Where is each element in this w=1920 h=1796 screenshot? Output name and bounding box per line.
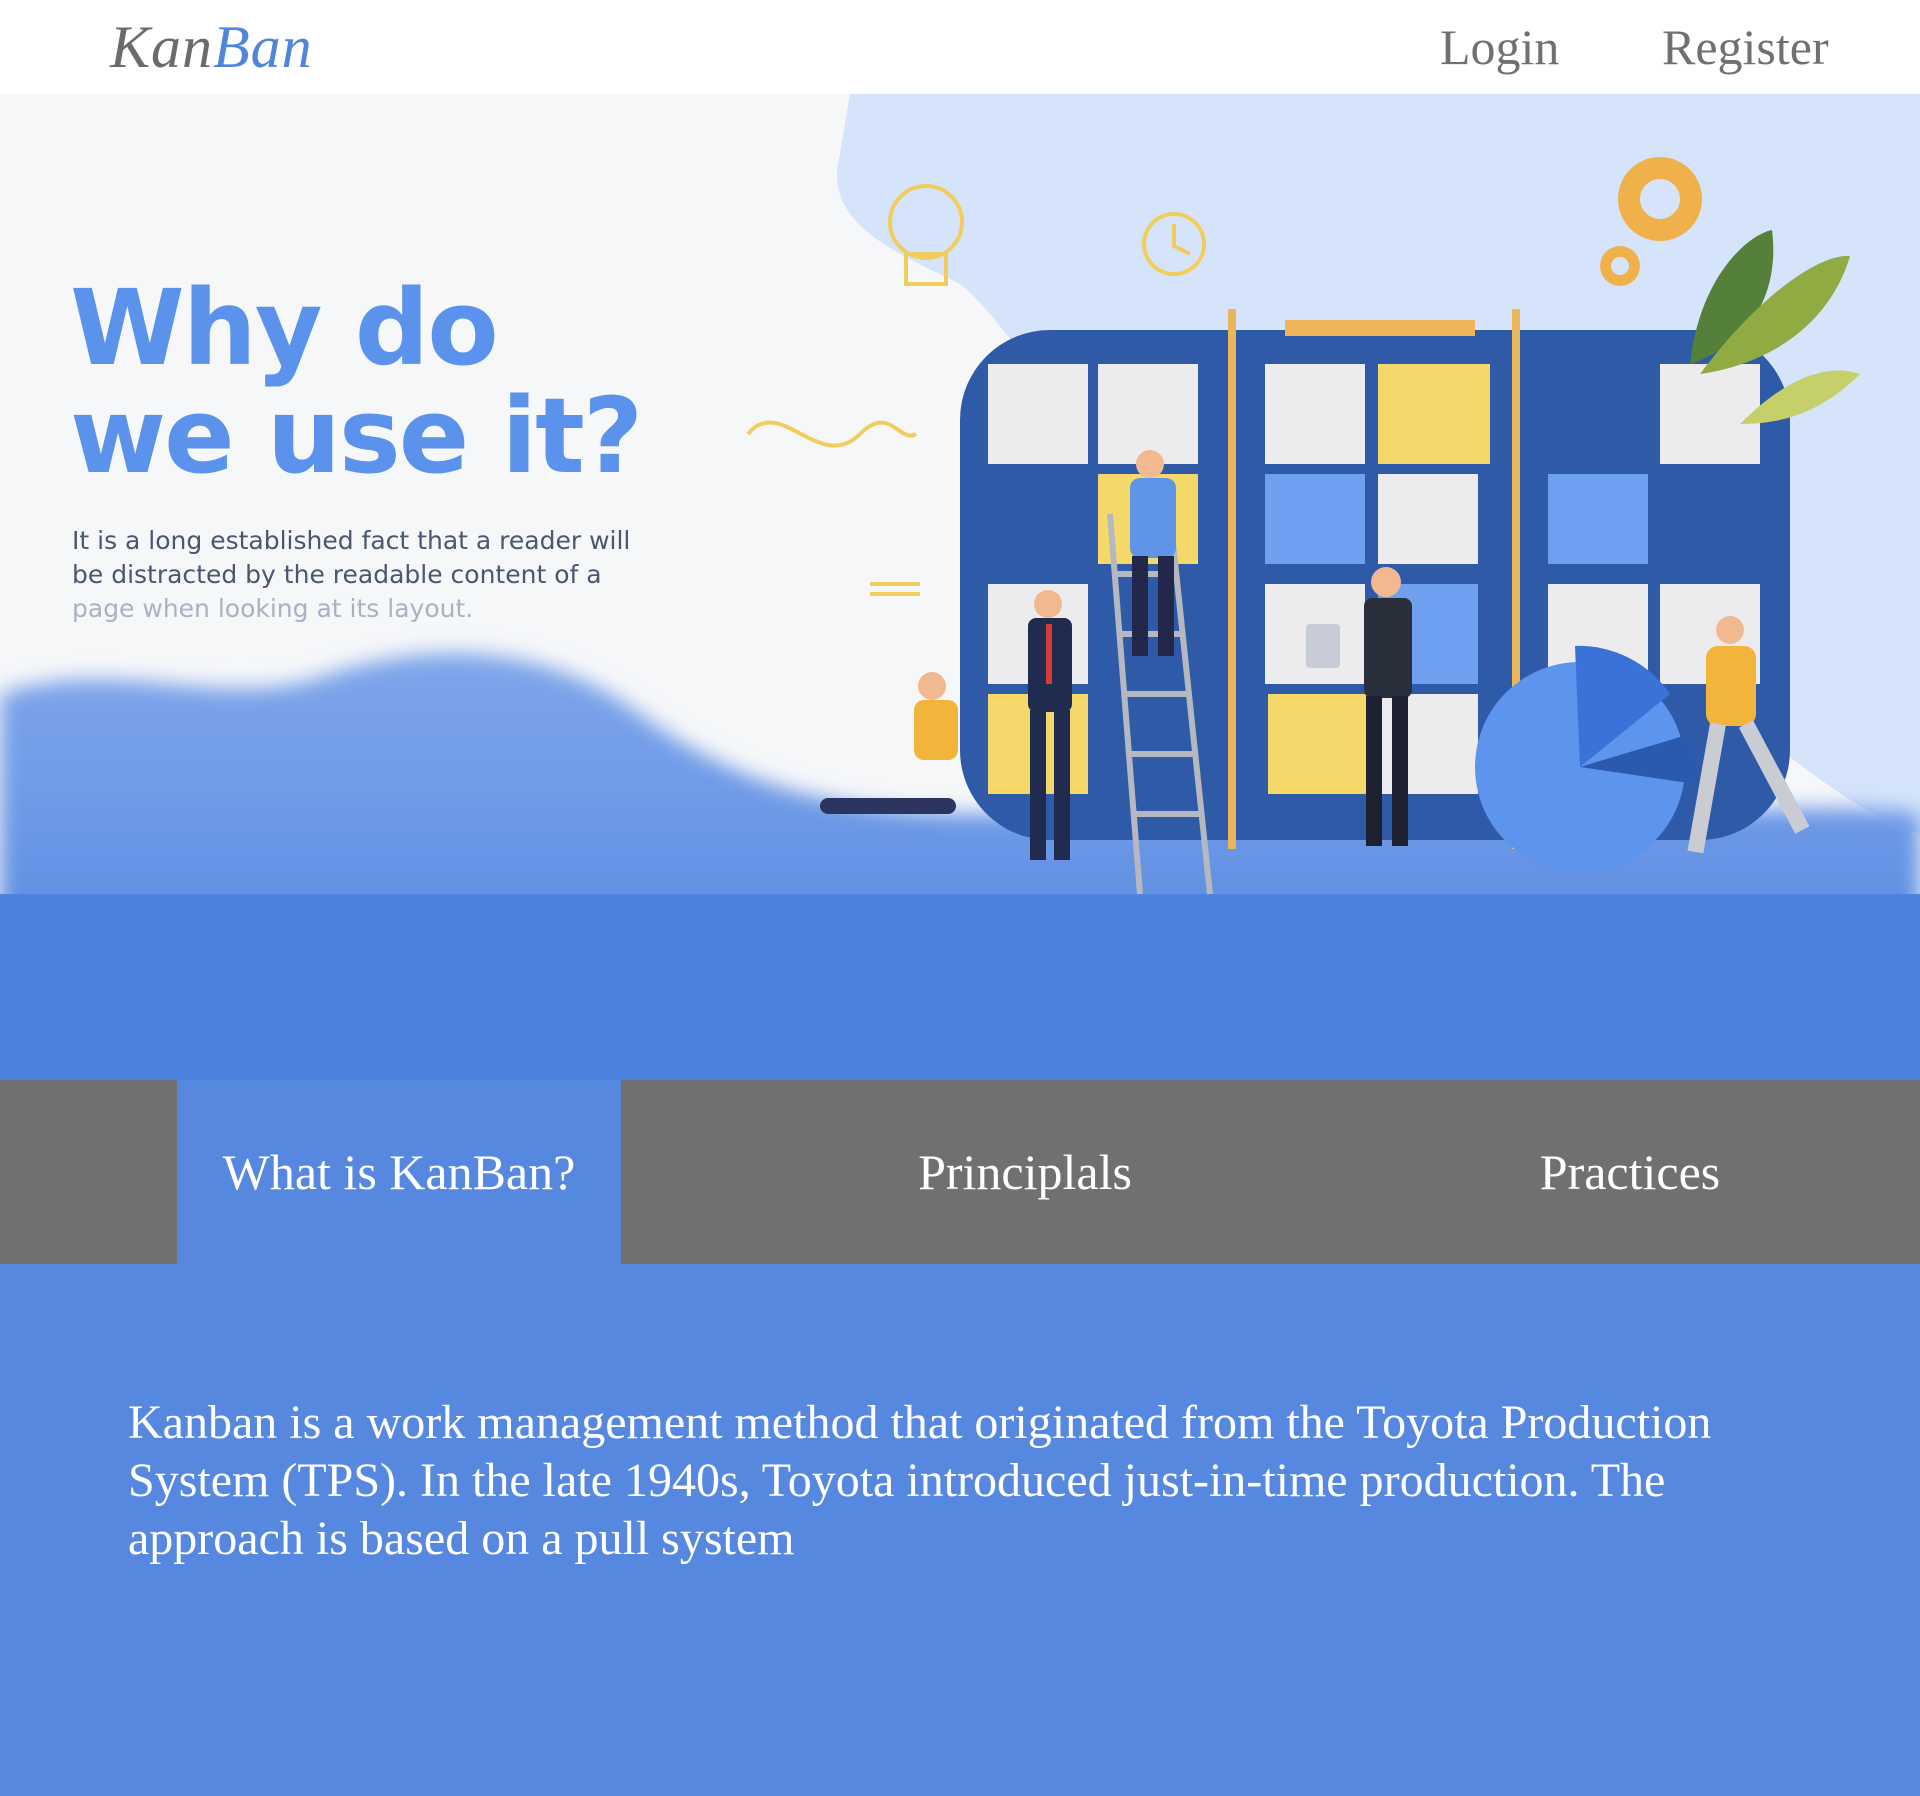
login-link[interactable]: Login <box>1440 16 1559 78</box>
hero-text-main: It is a long established fact that a rea… <box>72 526 631 589</box>
tab-content-panel: Kanban is a work management method that … <box>0 1264 1920 1796</box>
tab-practices[interactable]: Practices <box>1440 1080 1820 1264</box>
hero-text-faded: page when looking at its layout. <box>72 594 474 623</box>
tab-what-is-kanban[interactable]: What is KanBan? <box>177 1080 621 1264</box>
tab-bar: What is KanBan? Principlals Practices <box>0 1080 1920 1264</box>
content-paragraph: Kanban is a work management method that … <box>128 1396 1712 1565</box>
hero-text: It is a long established fact that a rea… <box>72 524 652 626</box>
tab-principals[interactable]: Principlals <box>820 1080 1230 1264</box>
logo-kan: Kan <box>110 14 214 80</box>
register-link[interactable]: Register <box>1662 16 1829 78</box>
hero-banner: Why do we use it? It is a long establish… <box>0 94 1920 1080</box>
hero-title: Why do we use it? <box>70 267 643 497</box>
top-header: KanBan Login Register <box>0 0 1920 94</box>
logo-ban: Ban <box>213 14 313 80</box>
logo[interactable]: KanBan <box>110 12 313 82</box>
